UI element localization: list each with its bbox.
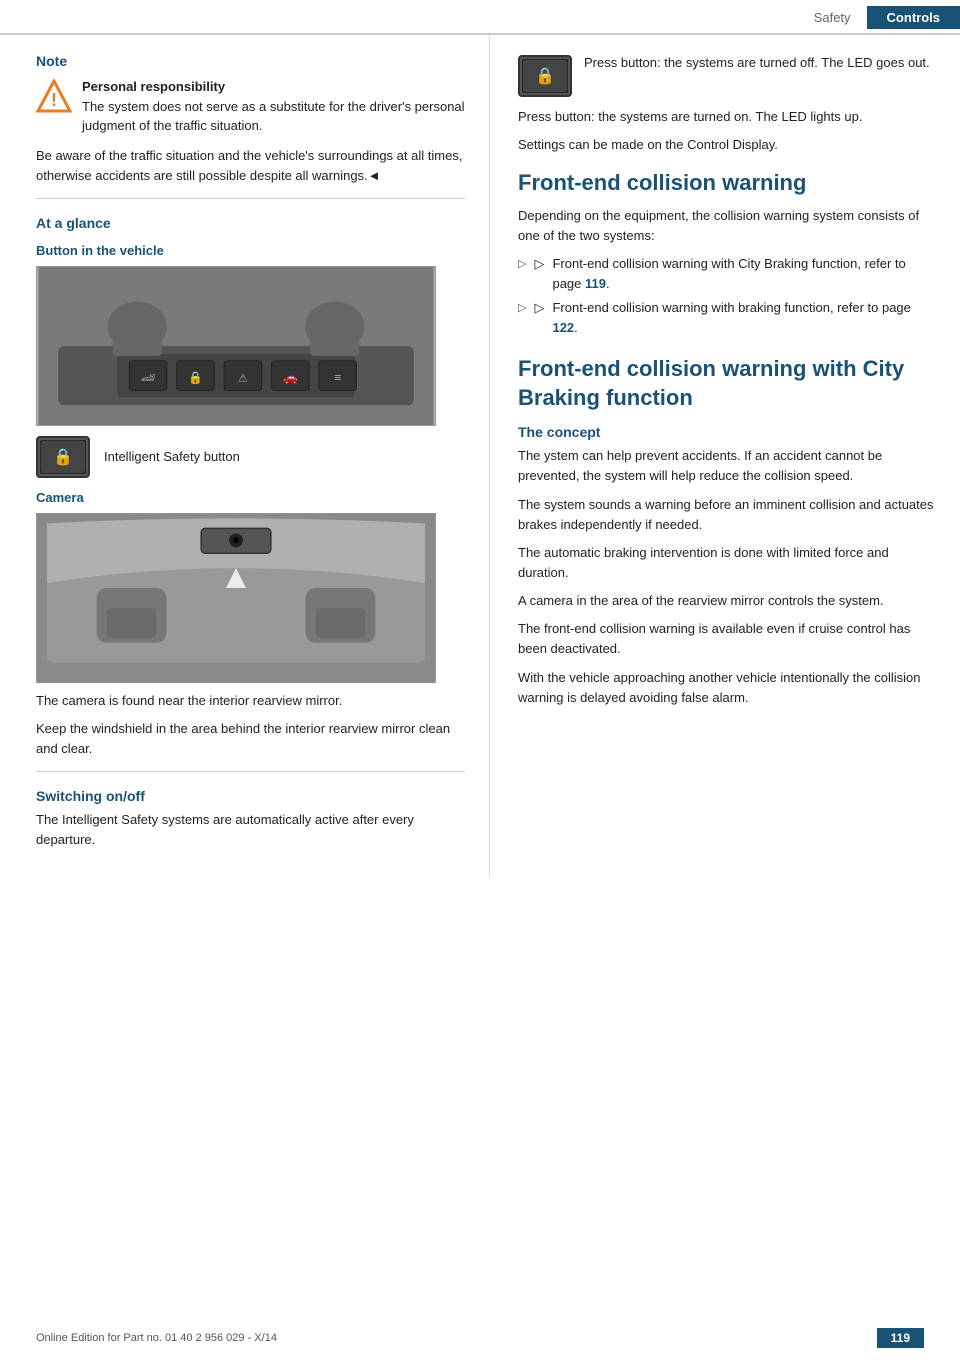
svg-text:🔒: 🔒 [535,67,555,85]
bullet-arrow-2: ▷ [534,298,544,337]
header-safety-label: Safety [798,6,867,29]
bullet1-page: 119 [585,276,606,291]
car-interior-svg: 🏎 🔒 ⚠ 🚗 ≡ [37,267,435,425]
concept-p1: The ystem can help prevent accidents. If… [518,446,936,486]
concept-p2: The system sounds a warning before an im… [518,495,936,535]
page-header: Safety Controls [0,0,960,35]
front-end-city-heading: Front-end collision warning with City Br… [518,355,936,412]
isb-label: Intelligent Safety button [104,449,240,464]
switching-text: The Intelligent Safety systems are autom… [36,810,465,850]
note-text: Personal responsibility The system does … [82,77,465,136]
bullet-item-2: ▷ Front-end collision warning with braki… [518,298,936,337]
settings-text: Settings can be made on the Control Disp… [518,135,936,155]
note-para1: The system does not serve as a substitut… [82,97,465,136]
camera-text2: Keep the windshield in the area behind t… [36,719,465,759]
isb-icon: 🔒 [36,436,90,478]
isb-row: 🔒 Intelligent Safety button [36,436,465,478]
button-image: 🏎 🔒 ⚠ 🚗 ≡ [36,266,436,426]
camera-image [36,513,436,683]
svg-text:⚠: ⚠ [238,372,248,384]
bullet2-page: 122 [552,320,574,335]
bullet-item-1: ▷ Front-end collision warning with City … [518,254,936,293]
press-button-off-icon: 🔒 [518,55,572,97]
isb-button-svg: 🔒 [40,440,86,474]
concept-p5: The front-end collision warning is avail… [518,619,936,659]
front-end-heading: Front-end collision warning [518,169,936,198]
svg-text:!: ! [51,90,57,110]
right-column: 🔒 Press button: the systems are turned o… [490,35,960,876]
bullet-text-1: Front-end collision warning with City Br… [552,254,936,293]
camera-interior-svg [37,513,435,683]
camera-text1: The camera is found near the interior re… [36,691,465,711]
at-glance-heading: At a glance [36,215,465,231]
concept-heading: The concept [518,424,936,440]
press-button-on-text: Press button: the systems are turned on.… [518,107,936,127]
page-number: 119 [877,1328,924,1348]
concept-p6: With the vehicle approaching another veh… [518,668,936,708]
switching-heading: Switching on/off [36,788,465,804]
svg-text:🚗: 🚗 [283,370,298,384]
header-controls-label: Controls [867,6,960,29]
note-para2: Be aware of the traffic situation and th… [36,146,465,186]
footer-copyright: Online Edition for Part no. 01 40 2 956 … [36,1332,277,1344]
svg-text:🏎: 🏎 [141,370,156,384]
left-column: Note ! Personal responsibility The syste… [0,35,490,876]
note-title: Note [36,53,465,69]
svg-text:🔒: 🔒 [188,370,203,384]
divider2 [36,771,465,772]
note-bold: Personal responsibility [82,77,465,97]
concept-p4: A camera in the area of the rearview mir… [518,591,936,611]
svg-text:🔒: 🔒 [53,448,73,466]
press-off-svg: 🔒 [522,59,568,93]
button-in-vehicle-heading: Button in the vehicle [36,243,465,258]
bullet-text-2: Front-end collision warning with braking… [552,298,936,337]
page-footer: Online Edition for Part no. 01 40 2 956 … [0,1328,960,1348]
bullet-arrow-1: ▷ [534,254,544,293]
press-button-off-text: Press button: the systems are turned off… [584,53,930,73]
concept-p3: The automatic braking intervention is do… [518,543,936,583]
camera-heading: Camera [36,490,465,505]
press-button-off-row: 🔒 Press button: the systems are turned o… [518,53,936,97]
front-end-intro: Depending on the equipment, the collisio… [518,206,936,246]
note-section: ! Personal responsibility The system doe… [36,77,465,136]
warning-icon: ! [36,79,72,115]
divider1 [36,198,465,199]
page-content: Note ! Personal responsibility The syste… [0,35,960,876]
svg-text:≡: ≡ [334,370,341,384]
front-end-list: ▷ Front-end collision warning with City … [518,254,936,337]
